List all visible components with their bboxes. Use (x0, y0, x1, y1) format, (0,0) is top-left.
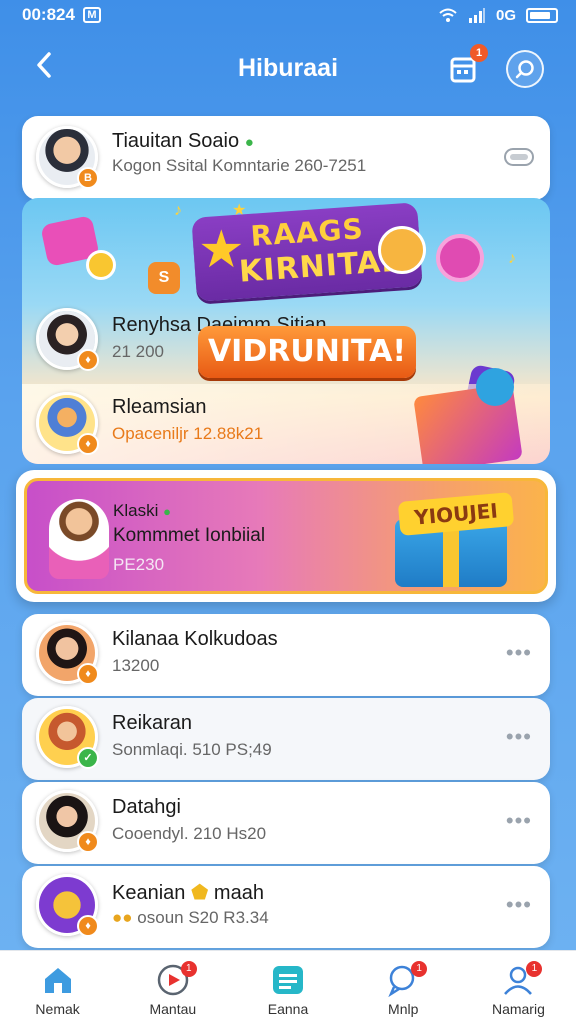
list-item[interactable]: B Tiauitan Soaio ● Kogon Ssital Komntari… (22, 116, 550, 200)
item-name: Kilanaa Kolkudoas (112, 628, 278, 650)
search-icon (515, 60, 534, 79)
badge-icon: ♦ (77, 831, 99, 853)
nav-label: Mantau (149, 1001, 197, 1017)
signal-icon (468, 8, 485, 23)
status-time: 00:824 (22, 5, 75, 24)
status-network: 0G (495, 6, 516, 24)
badge-icon: B (77, 167, 99, 189)
nav-item-profile[interactable]: 1 Namarig (461, 951, 576, 1024)
nav-label: Mnlp (388, 1001, 419, 1017)
app-logo-icon: M (82, 7, 101, 23)
coin-icon (86, 250, 116, 280)
nav-label: Eanna (267, 1001, 309, 1017)
more-options-icon[interactable]: ••• (506, 892, 532, 918)
badge-icon: ♦ (77, 433, 99, 455)
back-button[interactable] (26, 50, 62, 86)
promo-banner[interactable]: S ♪ ♪ ★ RAAGS KIRNITAL ★ ♦ Renyhsa Daeim… (22, 198, 550, 464)
nav-item-chat[interactable]: 1 Mnlp (346, 951, 461, 1024)
search-button[interactable] (506, 50, 544, 88)
bottom-navigation: Nemak 1 Mantau Eanna 1 Mnlp 1 Namarig (0, 950, 576, 1024)
avatar: ♦ (36, 622, 99, 685)
list-item[interactable]: ✓ Reikaran Sonmlaqi. 510 PS;49 ••• (22, 698, 550, 780)
item-name: Reikaran (112, 712, 193, 734)
avatar: ✓ (36, 706, 99, 769)
item-subtitle: Kogon Ssital Komntarie 260-7251 (112, 156, 367, 175)
page-title: Hiburaai (237, 53, 339, 82)
nav-badge: 1 (180, 961, 197, 977)
app-header: Hiburaai 1 (0, 38, 576, 98)
nav-badge: 1 (526, 961, 543, 977)
sparkle-icon: ♪ (174, 202, 182, 219)
item-name: Keanian (112, 882, 186, 904)
nav-item-media[interactable]: 1 Mantau (115, 951, 230, 1024)
star-icon: ★ (198, 221, 245, 279)
mascot-icon (49, 499, 109, 579)
avatar: ♦ (36, 790, 99, 853)
nav-item-calendar[interactable]: Eanna (230, 951, 345, 1024)
coin-icon: S (148, 262, 180, 294)
chevron-left-icon (37, 52, 51, 78)
more-options-icon[interactable]: ••• (506, 808, 532, 834)
ribbon-icon (476, 368, 514, 406)
calendar-badge: 1 (470, 44, 488, 62)
item-subtitle: Opaceniljr 12.88k21 (112, 424, 264, 443)
item-subtitle: Sonmlaqi. 510 PS;49 (112, 740, 272, 759)
item-name: Rleamsian (112, 396, 207, 418)
battery-icon (526, 7, 558, 23)
shield-icon: ⬟ (190, 882, 209, 904)
featured-value: PE230 (113, 555, 165, 574)
featured-card[interactable]: Klaski ● Kommmet Ionbiial PE230 YIOUJEI (16, 470, 556, 602)
item-name: Datahgi (112, 796, 181, 818)
calendar-icon (273, 966, 303, 994)
verified-icon: ● (244, 134, 254, 151)
list-item[interactable]: ♦ Keanian ⬟ maah ●● osoun S20 R3.34 ••• (22, 866, 550, 948)
item-subtitle: Cooendyl. 210 Hs20 (112, 824, 267, 843)
list-item[interactable]: ♦ Rleamsian Opaceniljr 12.88k21 (22, 368, 550, 464)
featured-name: Klaski (113, 501, 159, 520)
sparkle-icon: ♪ (508, 250, 516, 267)
mascot-icon (378, 226, 426, 274)
avatar: ♦ (36, 308, 99, 371)
nav-badge: 1 (411, 961, 428, 977)
avatar: B (36, 126, 99, 189)
item-subtitle: 13200 (112, 656, 160, 675)
badge-icon: ✓ (77, 747, 99, 769)
featured-line2: Kommmet Ionbiial (113, 525, 266, 546)
nav-label: Nemak (35, 1001, 80, 1017)
toggle-switch[interactable] (504, 148, 534, 166)
list-item[interactable]: ♦ Datahgi Cooendyl. 210 Hs20 ••• (22, 782, 550, 864)
item-subtitle: osoun S20 R3.34 (137, 908, 269, 927)
avatar: ♦ (36, 874, 99, 937)
promo-cta-button[interactable]: VIDRUNITA! (198, 326, 416, 378)
coins-icon: ●● (112, 908, 133, 927)
item-name-suffix: maah (213, 882, 264, 904)
item-name: Tiauitan Soaio (112, 130, 240, 152)
disc-icon (436, 234, 484, 282)
badge-icon: ♦ (77, 915, 99, 937)
avatar: ♦ (36, 392, 99, 455)
wifi-icon (439, 8, 457, 22)
item-subtitle: 21 200 (112, 342, 164, 361)
more-options-icon[interactable]: ••• (506, 724, 532, 750)
list-item[interactable]: ♦ Kilanaa Kolkudoas 13200 ••• (22, 614, 550, 696)
nav-label: Namarig (491, 1001, 545, 1017)
verified-icon: ● (163, 504, 171, 519)
badge-icon: ♦ (77, 663, 99, 685)
calendar-button[interactable]: 1 (444, 44, 488, 88)
more-options-icon[interactable]: ••• (506, 640, 532, 666)
status-bar: 00:824 M 0G (0, 0, 576, 30)
home-icon (44, 968, 71, 993)
nav-item-home[interactable]: Nemak (0, 951, 115, 1024)
badge-icon: ♦ (77, 349, 99, 371)
